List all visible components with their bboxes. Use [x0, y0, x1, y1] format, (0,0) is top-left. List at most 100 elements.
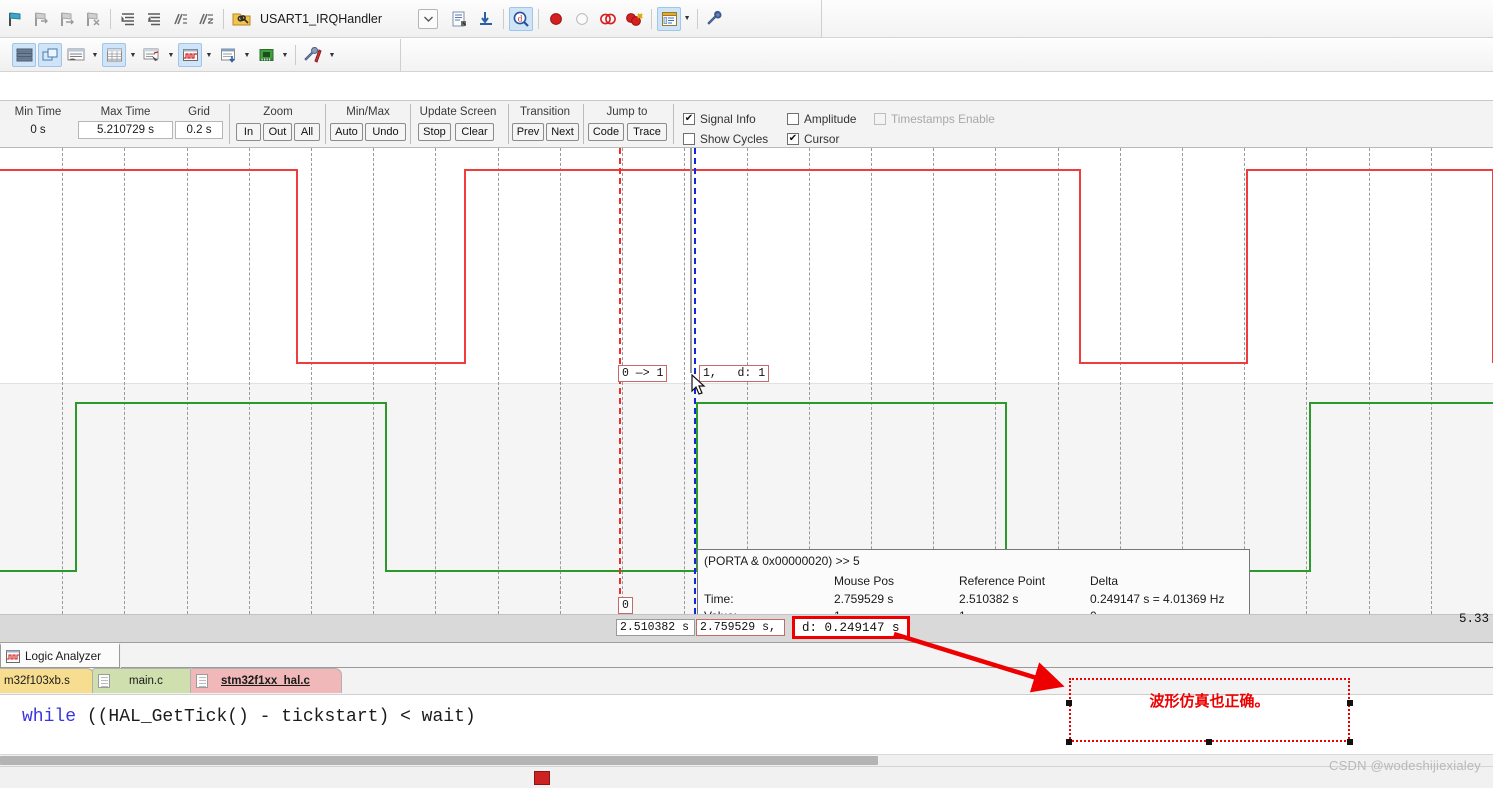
show-cycles-checkbox[interactable]: [683, 133, 695, 145]
registers-window-icon[interactable]: [12, 43, 36, 67]
chevron-down-icon[interactable]: [418, 8, 439, 29]
horizontal-scrollbar[interactable]: [0, 754, 1493, 766]
uncomment-lines-icon[interactable]: [194, 7, 218, 31]
insert-bookmark-icon[interactable]: [3, 7, 27, 31]
annotation-handle[interactable]: [1066, 739, 1072, 745]
toolbar-separator: [503, 8, 505, 29]
indent-decrease-icon[interactable]: [142, 7, 166, 31]
function-combo-value[interactable]: USART1_IRQHandler: [260, 12, 382, 26]
scrollbar-thumb[interactable]: [0, 756, 878, 765]
minmax-auto-button[interactable]: Auto: [330, 123, 363, 141]
signal-info-checkbox[interactable]: ✔: [683, 113, 695, 125]
status-item[interactable]: [534, 769, 555, 787]
tooltip-col-mouse-pos: Mouse Pos: [834, 574, 895, 588]
tooltip-col-reference-point: Reference Point: [959, 574, 1046, 588]
editor-tab-main-c[interactable]: main.c: [92, 668, 196, 693]
comment-lines-icon[interactable]: [168, 7, 192, 31]
logic-analyzer-icon: [6, 649, 20, 663]
trace-dropdown-caret[interactable]: ▼: [241, 43, 253, 67]
tools-icon[interactable]: [301, 43, 325, 67]
zoom-all-button[interactable]: All: [294, 123, 320, 141]
transition-next-button[interactable]: Next: [546, 123, 579, 141]
panel-divider: [508, 104, 509, 144]
annotation-text: 波形仿真也正确。: [1149, 691, 1270, 710]
minmax-undo-button[interactable]: Undo: [365, 123, 406, 141]
editor-tab-asm[interactable]: m32f103xb.s: [0, 668, 94, 693]
amplitude-label: Amplitude: [804, 112, 857, 126]
logic-analyzer-icon[interactable]: [178, 43, 202, 67]
c-file-icon: [98, 674, 110, 688]
cursor-checkbox-row[interactable]: ✔ Cursor: [787, 132, 839, 146]
annotation-handle[interactable]: [1347, 700, 1353, 706]
step-over-icon[interactable]: [55, 7, 79, 31]
find-in-files-icon[interactable]: d: [509, 6, 534, 31]
annotation-arrow: [893, 631, 1065, 693]
max-time-value[interactable]: 5.210729 s: [78, 121, 173, 139]
update-screen-clear-button[interactable]: Clear: [455, 123, 494, 141]
serial-window-icon[interactable]: [140, 43, 164, 67]
serial-dropdown-caret[interactable]: ▼: [165, 43, 177, 67]
editor-tab-asm-label: m32f103xb.s: [4, 675, 70, 687]
amplitude-checkbox[interactable]: [787, 113, 799, 125]
editor-tab-hal-c[interactable]: stm32f1xx_hal.c: [190, 668, 342, 693]
watch-dropdown-caret[interactable]: ▼: [89, 43, 101, 67]
tooltip-time-mouse: 2.759529 s: [834, 592, 894, 606]
open-function-icon[interactable]: [229, 7, 253, 31]
max-time-field[interactable]: Max Time 5.210729 s: [78, 104, 173, 139]
update-screen-stop-button[interactable]: Stop: [418, 123, 451, 141]
end-time-label: 5.33: [1458, 612, 1489, 626]
show-panels-dropdown-caret[interactable]: ▼: [681, 7, 693, 31]
show-cycles-label: Show Cycles: [700, 132, 769, 146]
tooltip-expression: (PORTA & 0x00000020) >> 5: [704, 554, 860, 568]
panel-divider: [673, 104, 674, 144]
waveform-plot[interactable]: 0 —> 1 1, d: 1 0 0, d: 0 (PORTA & 0x0000…: [0, 148, 1493, 614]
call-stack-icon[interactable]: [38, 43, 62, 67]
zoom-group-label: Zoom: [263, 106, 293, 118]
amplitude-checkbox-row[interactable]: Amplitude: [787, 112, 856, 126]
configure-icon[interactable]: [703, 7, 727, 31]
toolbar-row-2-background: [401, 39, 1493, 72]
logic-analyzer-dropdown-caret[interactable]: ▼: [203, 43, 215, 67]
show-panels-icon[interactable]: [657, 6, 682, 31]
code-line[interactable]: while ((HAL_GetTick() - tickstart) < wai…: [22, 707, 476, 727]
trace-window-icon[interactable]: [216, 43, 240, 67]
annotation-handle[interactable]: [1066, 700, 1072, 706]
disable-all-breakpoints-icon[interactable]: [596, 7, 620, 31]
toolbar-row-1-background: [822, 0, 1493, 38]
memory-dropdown-caret[interactable]: ▼: [127, 43, 139, 67]
symbol-window-icon[interactable]: [448, 7, 472, 31]
memory-window-icon[interactable]: [102, 43, 126, 67]
jump-to-group-label: Jump to: [606, 106, 648, 118]
jump-to-code-button[interactable]: Code: [588, 123, 624, 141]
indent-increase-icon[interactable]: [116, 7, 140, 31]
grid-field[interactable]: Grid 0.2 s: [175, 104, 223, 139]
watch-window-icon[interactable]: [64, 43, 88, 67]
c-file-icon: [196, 674, 208, 688]
insert-breakpoint-icon[interactable]: [544, 7, 568, 31]
disable-breakpoint-icon[interactable]: [570, 7, 594, 31]
grid-value[interactable]: 0.2 s: [175, 121, 223, 139]
system-viewer-dropdown-caret[interactable]: ▼: [279, 43, 291, 67]
goto-definition-icon[interactable]: [474, 7, 498, 31]
zoom-out-button[interactable]: Out: [263, 123, 292, 141]
minmax-group-label: Min/Max: [346, 106, 390, 118]
min-time-field[interactable]: Min Time 0 s: [2, 104, 74, 139]
kill-all-breakpoints-icon[interactable]: [622, 7, 646, 31]
timestamps-enable-checkbox-row: Timestamps Enable: [874, 112, 995, 126]
min-time-value[interactable]: 0 s: [2, 121, 74, 139]
jump-to-trace-button[interactable]: Trace: [627, 123, 667, 141]
tools-dropdown-caret[interactable]: ▼: [326, 43, 338, 67]
annotation-handle[interactable]: [1347, 739, 1353, 745]
step-out-icon[interactable]: [81, 7, 105, 31]
zoom-in-button[interactable]: In: [236, 123, 261, 141]
status-color-swatch: [534, 771, 550, 785]
debug-toolbar: USART1_IRQHandler d ▼: [0, 0, 822, 38]
cursor-checkbox[interactable]: ✔: [787, 133, 799, 145]
annotation-handle[interactable]: [1206, 739, 1212, 745]
show-cycles-checkbox-row[interactable]: Show Cycles: [683, 132, 768, 146]
tab-logic-analyzer[interactable]: Logic Analyzer: [0, 643, 120, 668]
transition-prev-button[interactable]: Prev: [512, 123, 544, 141]
signal-info-checkbox-row[interactable]: ✔ Signal Info: [683, 112, 756, 126]
system-viewer-icon[interactable]: [254, 43, 278, 67]
step-into-icon[interactable]: [29, 7, 53, 31]
